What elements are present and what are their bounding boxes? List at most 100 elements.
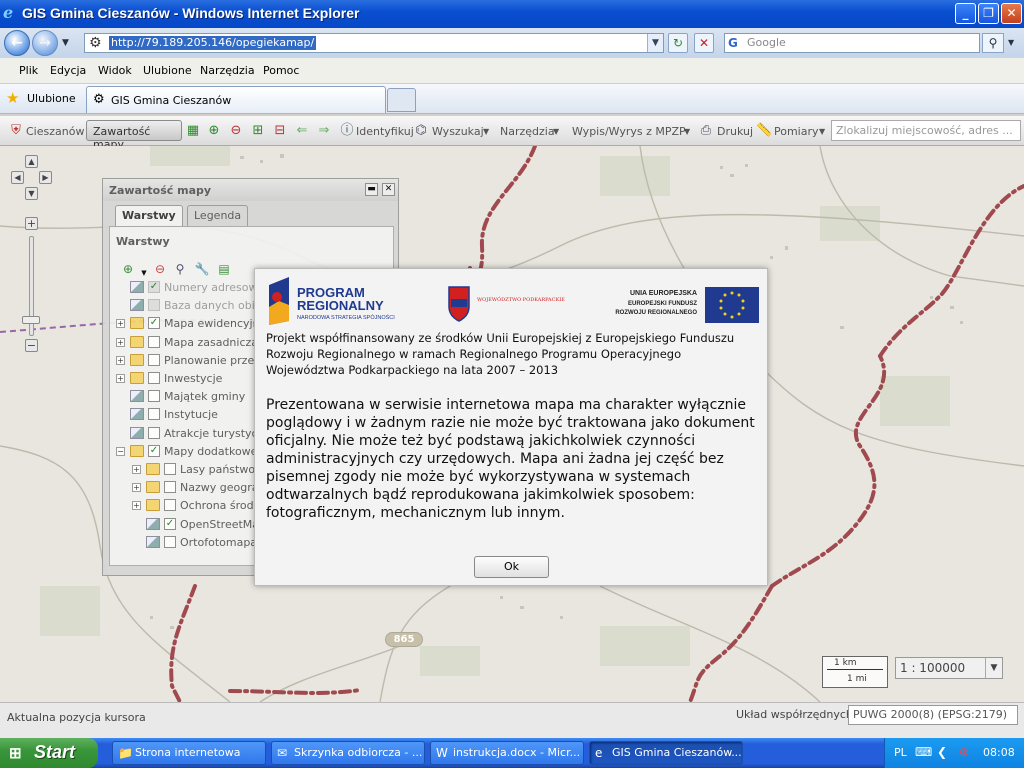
task-gis[interactable]: e GIS Gmina Cieszanów... xyxy=(589,741,743,765)
expand-icon[interactable]: + xyxy=(132,501,141,511)
tab-legenda[interactable]: Legenda xyxy=(187,205,249,226)
panel-minimize-button[interactable]: ▬ xyxy=(365,183,378,196)
antivirus-icon[interactable]: ⊛ xyxy=(959,745,969,759)
search-tool-button[interactable]: Wyszukaj xyxy=(432,125,484,138)
task-skrzynka[interactable]: ✉ Skrzynka odbiorcza - ... xyxy=(271,741,425,765)
layer-checkbox[interactable] xyxy=(148,353,160,366)
favorites-star-icon[interactable]: ★ xyxy=(6,90,19,106)
zoom-in-button[interactable]: + xyxy=(25,217,38,230)
search-dropdown-icon[interactable]: ▼ xyxy=(483,127,489,136)
scale-select[interactable]: 1 : 100000 ▼ xyxy=(895,657,1003,679)
pan-right-button[interactable]: ▶ xyxy=(39,171,52,184)
content-map-button[interactable]: Zawartość mapy xyxy=(86,120,182,151)
task-instrukcja[interactable]: Winstrukcja.docx - Micr... xyxy=(430,741,584,765)
extract-menu-button[interactable]: Wypis/Wyrys z MPZP xyxy=(572,125,686,138)
search-input[interactable]: G Google xyxy=(724,33,980,53)
new-tab-button[interactable] xyxy=(387,88,416,112)
menu-widok[interactable]: Widok xyxy=(98,64,132,77)
identify-button[interactable]: Identyfikuj xyxy=(356,125,414,138)
expand-icon[interactable]: + xyxy=(132,465,141,474)
menu-ulubione[interactable]: Ulubione xyxy=(143,64,192,77)
layer-checkbox[interactable] xyxy=(164,499,176,512)
tray-arrow-icon[interactable]: ❮ xyxy=(937,745,947,759)
search-options-icon[interactable]: ▼ xyxy=(1008,38,1014,47)
next-view-icon[interactable]: ⇒ xyxy=(316,123,332,139)
expand-icon[interactable]: + xyxy=(116,374,125,383)
menu-plik[interactable]: Plik xyxy=(19,64,38,77)
expand-icon[interactable]: + xyxy=(116,337,125,347)
layer-checkbox[interactable] xyxy=(164,463,176,475)
zoom-in-icon[interactable]: ⊕ xyxy=(206,123,222,139)
search-button[interactable]: ⚲ xyxy=(982,33,1004,53)
ok-button[interactable]: Ok xyxy=(474,556,549,578)
menu-pomoc[interactable]: Pomoc xyxy=(263,64,299,77)
layer-style-icon[interactable]: ▤ xyxy=(216,261,232,277)
close-window-button[interactable]: ✕ xyxy=(1001,3,1022,24)
folder-icon xyxy=(130,335,144,348)
folder-icon xyxy=(130,317,144,330)
locate-input[interactable]: Zlokalizuj miejscowość, adres ... xyxy=(831,120,1021,141)
pan-left-button[interactable]: ◀ xyxy=(11,171,24,184)
remove-layer-icon[interactable]: ⊖ xyxy=(152,261,168,277)
layer-checkbox[interactable]: ✓ xyxy=(148,281,160,293)
url-dropdown-icon[interactable]: ▼ xyxy=(647,34,663,52)
expand-icon[interactable]: + xyxy=(116,355,125,365)
layer-checkbox[interactable] xyxy=(148,408,160,421)
tab-warstwy[interactable]: Warstwy xyxy=(115,205,183,226)
layer-panel-header[interactable]: Zawartość mapy ▬ ✕ xyxy=(103,179,398,201)
collapse-icon[interactable]: − xyxy=(116,446,125,456)
zoom-to-layer-icon[interactable]: ⚲ xyxy=(172,261,188,277)
expand-icon[interactable]: + xyxy=(132,483,141,493)
favorites-button[interactable]: Ulubione xyxy=(27,92,76,105)
layer-checkbox[interactable]: ✓ xyxy=(148,444,160,457)
funding-text: Projekt współfinansowany ze środków Unii… xyxy=(266,331,735,377)
menu-narzedzia[interactable]: Narzędzia xyxy=(200,64,255,77)
zoom-box-in-icon[interactable]: ⊞ xyxy=(250,123,266,139)
home-button[interactable]: Cieszanów xyxy=(26,125,84,138)
layer-properties-icon[interactable]: 🔧 xyxy=(194,261,210,277)
layer-checkbox[interactable] xyxy=(148,372,160,384)
clock[interactable]: 08:08 xyxy=(983,746,1015,759)
panel-close-button[interactable]: ✕ xyxy=(382,183,395,196)
zoom-out-button[interactable]: − xyxy=(25,339,38,352)
layer-checkbox[interactable]: ✓ xyxy=(164,517,176,530)
measure-dropdown-icon[interactable]: ▼ xyxy=(819,127,825,136)
back-button[interactable]: ← xyxy=(4,30,30,56)
url-input[interactable]: ⚙ http://79.189.205.146/opegiekamap/ ▼ xyxy=(84,33,664,53)
layer-checkbox[interactable] xyxy=(164,535,176,548)
pan-up-button[interactable]: ▲ xyxy=(25,155,38,168)
refresh-button[interactable]: ↻ xyxy=(668,33,688,53)
zoom-box-out-icon[interactable]: ⊟ xyxy=(272,123,288,139)
print-button[interactable]: Drukuj xyxy=(717,125,753,138)
add-layer-icon[interactable]: ⊕ xyxy=(120,261,136,277)
keyboard-icon[interactable]: ⌨ xyxy=(915,745,932,759)
layer-checkbox[interactable] xyxy=(148,335,160,348)
layer-checkbox[interactable] xyxy=(148,390,160,403)
pan-down-button[interactable]: ▼ xyxy=(25,187,38,200)
extent-icon[interactable]: ▦ xyxy=(185,123,201,139)
crs-select[interactable]: PUWG 2000(8) (EPSG:2179) xyxy=(848,705,1018,725)
minimize-button[interactable]: _ xyxy=(955,3,976,24)
tools-menu-button[interactable]: Narzędzia xyxy=(500,125,555,138)
layer-checkbox[interactable] xyxy=(164,481,176,494)
extract-dropdown-icon[interactable]: ▼ xyxy=(684,127,690,136)
task-strona[interactable]: 📁 Strona internetowa xyxy=(112,741,266,765)
measure-button[interactable]: Pomiary xyxy=(774,125,819,138)
forward-button[interactable]: → xyxy=(32,30,58,56)
tab-gis[interactable]: ⚙ GIS Gmina Cieszanów xyxy=(86,86,386,113)
recent-pages-dropdown-icon[interactable]: ▼ xyxy=(62,38,69,48)
layer-checkbox[interactable] xyxy=(148,299,160,312)
menu-edycja[interactable]: Edycja xyxy=(50,64,86,77)
language-indicator[interactable]: PL xyxy=(894,746,907,759)
expand-icon[interactable]: + xyxy=(116,319,125,329)
layer-checkbox[interactable]: ✓ xyxy=(148,317,160,330)
layer-checkbox[interactable] xyxy=(148,426,160,439)
stop-button[interactable]: ✕ xyxy=(694,33,714,53)
zoom-out-icon[interactable]: ⊖ xyxy=(228,123,244,139)
scale-dropdown-icon[interactable]: ▼ xyxy=(985,658,1002,678)
maximize-button[interactable]: ❐ xyxy=(978,3,999,24)
zoom-slider-handle[interactable] xyxy=(22,316,40,324)
prev-view-icon[interactable]: ⇐ xyxy=(294,123,310,139)
tools-dropdown-icon[interactable]: ▼ xyxy=(553,127,559,136)
start-button[interactable]: ⊞ Start xyxy=(0,738,98,768)
